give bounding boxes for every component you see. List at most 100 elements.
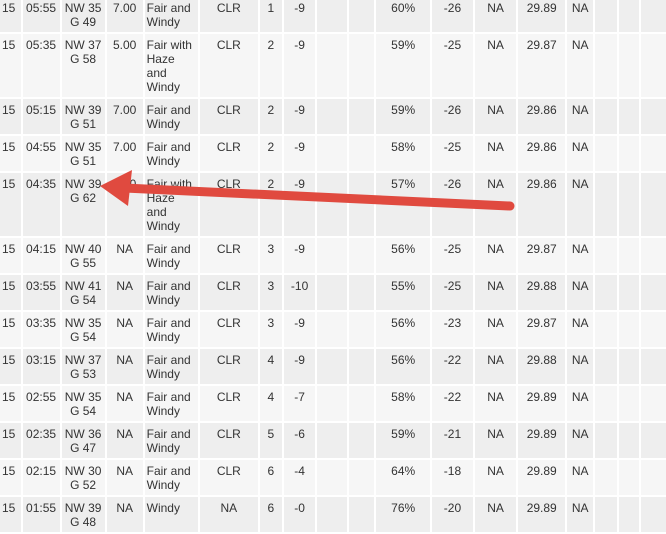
cell-vis: NA [106, 312, 143, 347]
cell-dew: -9 [284, 136, 315, 171]
cell-c10 [348, 34, 375, 97]
cell-heat-index: NA [475, 99, 517, 134]
cell-temp: 4 [259, 386, 283, 421]
cell-vis: NA [106, 423, 143, 458]
table-row: 15 04:55 NW 35 G 51 7.00 Fair and Windy CLR 2-… [0, 136, 666, 171]
cell-sky: CLR [200, 423, 258, 458]
cell-wind: NW 40 G 55 [61, 238, 105, 273]
cell-c10 [348, 423, 375, 458]
cell-dew: -7 [284, 386, 315, 421]
cell-c16 [595, 173, 617, 236]
cell-sky: CLR [200, 460, 258, 495]
cell-time: 05:55 [22, 0, 60, 32]
cell-precip: NA [567, 497, 594, 532]
cell-dew: -9 [284, 349, 315, 384]
cell-wind: NW 39 G 48 [61, 497, 105, 532]
cell-c10 [348, 136, 375, 171]
cell-temp: 6 [259, 460, 283, 495]
table-row: 15 02:55 NW 35 G 54 NA Fair and Windy CLR 4 -7 5… [0, 386, 666, 421]
table-row: 15 01:55 NW 39 G 48 NA Windy NA 6 -0 76% -20 NA 29.… [0, 497, 666, 532]
cell-weather: Fair and Windy [144, 349, 199, 384]
cell-c17 [618, 136, 640, 171]
table-row: 15 03:15 NW 37 G 53 NA Fair and Windy CLR 4 -9 5… [0, 349, 666, 384]
cell-humidity: 59% [376, 423, 430, 458]
cell-heat-index: NA [475, 136, 517, 171]
cell-c16 [595, 312, 617, 347]
cell-c16 [595, 136, 617, 171]
cell-c18 [641, 238, 666, 273]
cell-weather: Fair and Windy [144, 386, 199, 421]
cell-c18 [641, 275, 666, 310]
cell-dew: -0 [284, 497, 315, 532]
cell-wind-chill: -25 [431, 136, 473, 171]
cell-c18 [641, 312, 666, 347]
cell-heat-index: NA [475, 349, 517, 384]
cell-c16 [595, 34, 617, 97]
cell-weather: Fair and Windy [144, 136, 199, 171]
cell-weather: Fair and Windy [144, 423, 199, 458]
cell-c18 [641, 99, 666, 134]
cell-c10 [348, 238, 375, 273]
cell-wind: NW 37 G 53 [61, 349, 105, 384]
cell-c17 [618, 0, 640, 32]
cell-wind: NW 39 G 62 [61, 173, 105, 236]
weather-observations-table: 15 05:55 NW 35 G 49 7.00 Fair and Windy CLR 1-… [0, 0, 666, 534]
cell-precip: NA [567, 238, 594, 273]
cell-weather: Fair and Windy [144, 99, 199, 134]
cell-pressure: 29.87 [518, 34, 566, 97]
cell-wind: NW 41 G 54 [61, 275, 105, 310]
cell-c9 [317, 275, 347, 310]
cell-wind-chill: -25 [431, 34, 473, 97]
cell-wind-chill: -20 [431, 497, 473, 532]
cell-sky: CLR [200, 136, 258, 171]
cell-weather: Fair and Windy [144, 0, 199, 32]
cell-c9 [317, 497, 347, 532]
cell-time: 02:55 [22, 386, 60, 421]
cell-c10 [348, 173, 375, 236]
cell-temp: 6 [259, 497, 283, 532]
cell-vis: NA [106, 386, 143, 421]
cell-heat-index: NA [475, 0, 517, 32]
table-row: 15 03:55 NW 41 G 54 NA Fair and Windy CLR 3 -10… [0, 275, 666, 310]
cell-c9 [317, 386, 347, 421]
cell-wind: NW 37 G 58 [61, 34, 105, 97]
cell-wind-chill: -26 [431, 0, 473, 32]
cell-day: 15 [0, 136, 21, 171]
cell-c18 [641, 173, 666, 236]
cell-sky: CLR [200, 99, 258, 134]
cell-weather: Fair and Windy [144, 275, 199, 310]
cell-c16 [595, 386, 617, 421]
cell-humidity: 59% [376, 34, 430, 97]
cell-humidity: 64% [376, 460, 430, 495]
cell-sky: CLR [200, 312, 258, 347]
cell-vis: NA [106, 275, 143, 310]
cell-day: 15 [0, 0, 21, 32]
cell-temp: 1 [259, 0, 283, 32]
cell-wind-chill: -25 [431, 275, 473, 310]
cell-sky: CLR [200, 386, 258, 421]
cell-pressure: 29.88 [518, 349, 566, 384]
cell-c10 [348, 349, 375, 384]
cell-sky: CLR [200, 275, 258, 310]
cell-day: 15 [0, 34, 21, 97]
cell-c17 [618, 99, 640, 134]
cell-day: 15 [0, 275, 21, 310]
cell-vis: 5.00 [106, 34, 143, 97]
cell-sky: CLR [200, 349, 258, 384]
cell-pressure: 29.87 [518, 312, 566, 347]
cell-wind: NW 30 G 52 [61, 460, 105, 495]
cell-c18 [641, 497, 666, 532]
cell-humidity: 56% [376, 238, 430, 273]
cell-sky: CLR [200, 238, 258, 273]
table-row: 15 03:35 NW 35 G 54 NA Fair and Windy CLR 3 -9 5… [0, 312, 666, 347]
cell-c16 [595, 349, 617, 384]
cell-c17 [618, 423, 640, 458]
cell-day: 15 [0, 238, 21, 273]
cell-c9 [317, 460, 347, 495]
table-row: 15 05:35 NW 37 G 58 5.00 Fair with Haze and … [0, 34, 666, 97]
cell-precip: NA [567, 173, 594, 236]
cell-temp: 2 [259, 34, 283, 97]
cell-weather: Windy [144, 497, 199, 532]
cell-time: 01:55 [22, 497, 60, 532]
cell-day: 15 [0, 423, 21, 458]
